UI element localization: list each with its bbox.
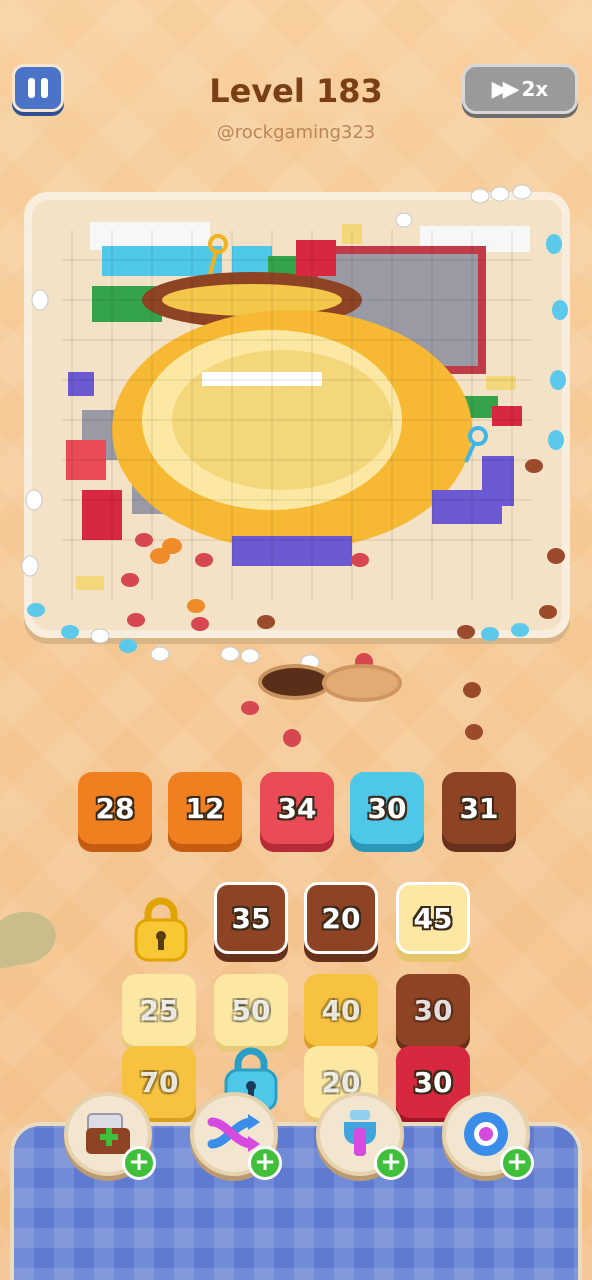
queue-tile[interactable]: 28 bbox=[78, 772, 152, 844]
add-tray-booster-button[interactable]: + bbox=[64, 1092, 156, 1180]
grid-tile[interactable]: 20 bbox=[304, 882, 378, 954]
grid-tile[interactable]: 50 bbox=[214, 974, 288, 1046]
shuffle-booster-button[interactable]: + bbox=[190, 1092, 282, 1180]
magnet-claw-booster-button[interactable]: + bbox=[316, 1092, 408, 1180]
grid-tile[interactable]: 35 bbox=[214, 882, 288, 954]
queue-tile[interactable]: 12 bbox=[168, 772, 242, 844]
plus-icon: + bbox=[500, 1146, 534, 1180]
queue-tile[interactable]: 31 bbox=[442, 772, 516, 844]
ant-swarm bbox=[21, 184, 568, 747]
grid-tile[interactable]: 45 bbox=[396, 882, 470, 954]
locked-slot[interactable] bbox=[132, 896, 190, 962]
plus-icon: + bbox=[122, 1146, 156, 1180]
queue-tile[interactable]: 30 bbox=[350, 772, 424, 844]
plus-icon: + bbox=[374, 1146, 408, 1180]
dirt-pile bbox=[322, 664, 402, 702]
padlock-icon bbox=[134, 897, 188, 962]
plus-icon: + bbox=[248, 1146, 282, 1180]
ant-nest-hole bbox=[258, 664, 332, 700]
grid-tile[interactable]: 40 bbox=[304, 974, 378, 1046]
queue-tile[interactable]: 34 bbox=[260, 772, 334, 844]
disc-booster-button[interactable]: + bbox=[442, 1092, 534, 1180]
grid-tile[interactable]: 30 bbox=[396, 974, 470, 1046]
grid-tile[interactable]: 25 bbox=[122, 974, 196, 1046]
